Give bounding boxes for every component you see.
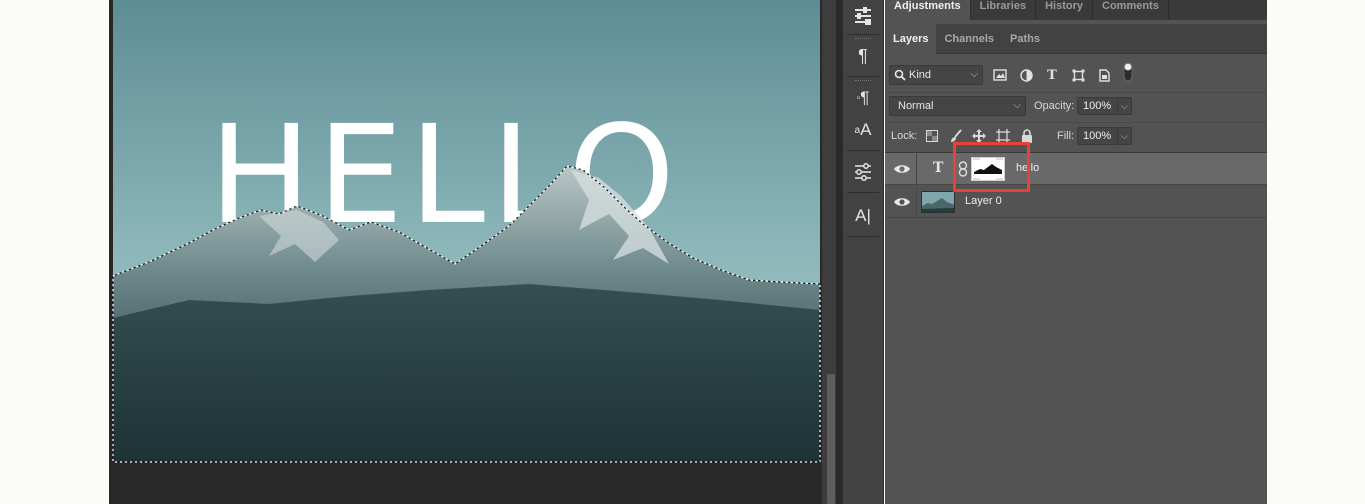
tab-paths[interactable]: Paths — [1002, 24, 1048, 54]
adjustments-sliders-icon[interactable] — [843, 156, 883, 188]
tool-separator — [847, 34, 879, 35]
tab-adjustments[interactable]: Adjustments — [885, 0, 971, 20]
opacity-label: Opacity: — [1034, 100, 1075, 112]
panel-icon-strip: ¶ ▫ ¶ aA A| — [842, 0, 884, 504]
properties-sliders-icon[interactable] — [843, 0, 883, 32]
filter-toggle-icon[interactable] — [1120, 62, 1136, 82]
layer-filter-row: Kind ⌵ T — [885, 62, 1267, 88]
text-layer-icon: T — [933, 160, 944, 176]
smart-object-filter-icon[interactable] — [1096, 67, 1112, 83]
blend-mode-value: Normal — [898, 100, 934, 112]
paragraph-icon[interactable]: ¶ — [843, 40, 883, 72]
shape-filter-icon[interactable] — [1070, 67, 1086, 83]
layer-name-hello[interactable]: hello — [1016, 162, 1039, 174]
tool-separator — [847, 150, 879, 151]
chevron-down-icon: ⌵ — [1013, 100, 1021, 111]
tab-libraries[interactable]: Libraries — [971, 0, 1037, 20]
visibility-cell[interactable] — [885, 186, 917, 218]
tool-separator — [847, 76, 879, 77]
opacity-input[interactable]: 100% — [1077, 97, 1119, 115]
chevron-down-icon: ⌵ — [970, 69, 978, 80]
search-icon — [894, 69, 906, 81]
layer-row-hello[interactable]: T hello — [885, 153, 1267, 185]
layer-name-layer-0[interactable]: Layer 0 — [965, 195, 1002, 207]
tool-separator — [847, 192, 879, 193]
lock-artboard-icon[interactable] — [996, 129, 1010, 143]
link-chain-icon[interactable] — [957, 161, 969, 177]
character-icon[interactable]: A| — [843, 200, 883, 232]
eye-icon[interactable] — [893, 196, 911, 208]
tab-layers[interactable]: Layers — [885, 24, 937, 54]
right-margin — [1267, 0, 1365, 504]
tab-comments[interactable]: Comments — [1093, 0, 1169, 20]
layer-thumbnail[interactable] — [921, 191, 955, 213]
lock-transparent-pixels-icon[interactable] — [925, 129, 939, 143]
paragraph-styles-icon[interactable]: ▫ ¶ — [843, 82, 883, 114]
fill-input[interactable]: 100% — [1077, 127, 1119, 145]
layers-list: T hello Layer 0 — [885, 152, 1267, 504]
scrollbar-thumb[interactable] — [827, 374, 835, 504]
layer-row-layer-0[interactable]: Layer 0 — [885, 186, 1267, 218]
layer-mask-thumbnail[interactable] — [971, 157, 1005, 181]
pixel-filter-icon[interactable] — [992, 67, 1008, 83]
canvas-image: HELLO — [112, 0, 821, 463]
lock-all-icon[interactable] — [1020, 129, 1034, 143]
layers-panel: Adjustments Libraries History Comments L… — [885, 0, 1267, 504]
character-styles-icon[interactable]: aA — [843, 114, 883, 146]
visibility-cell[interactable] — [885, 153, 917, 185]
document-canvas[interactable]: HELLO — [109, 0, 822, 504]
tab-channels[interactable]: Channels — [936, 24, 1002, 54]
fill-label: Fill: — [1057, 130, 1075, 142]
eye-icon[interactable] — [893, 163, 911, 175]
lock-image-pixels-icon[interactable] — [949, 129, 963, 143]
blend-row: Normal ⌵ Opacity: 100% ⌵ — [885, 92, 1267, 118]
left-margin — [0, 0, 109, 504]
lock-label: Lock: — [891, 130, 918, 142]
adjustment-filter-icon[interactable] — [1018, 67, 1034, 83]
tab-history[interactable]: History — [1036, 0, 1093, 20]
fill-dropdown-button[interactable]: ⌵ — [1117, 127, 1132, 145]
type-filter-icon[interactable]: T — [1044, 67, 1060, 83]
filter-kind-select[interactable]: Kind ⌵ — [889, 65, 983, 85]
opacity-dropdown-button[interactable]: ⌵ — [1117, 97, 1132, 115]
blend-mode-select[interactable]: Normal ⌵ — [889, 96, 1026, 116]
top-tab-bar: Adjustments Libraries History Comments — [885, 0, 1267, 20]
filter-kind-label: Kind — [909, 69, 932, 81]
tool-separator — [847, 236, 879, 237]
layer-tab-bar: Layers Channels Paths — [885, 24, 1267, 54]
lock-position-icon[interactable] — [972, 129, 986, 143]
lock-row: Lock: Fill: 100% ⌵ — [885, 122, 1267, 148]
